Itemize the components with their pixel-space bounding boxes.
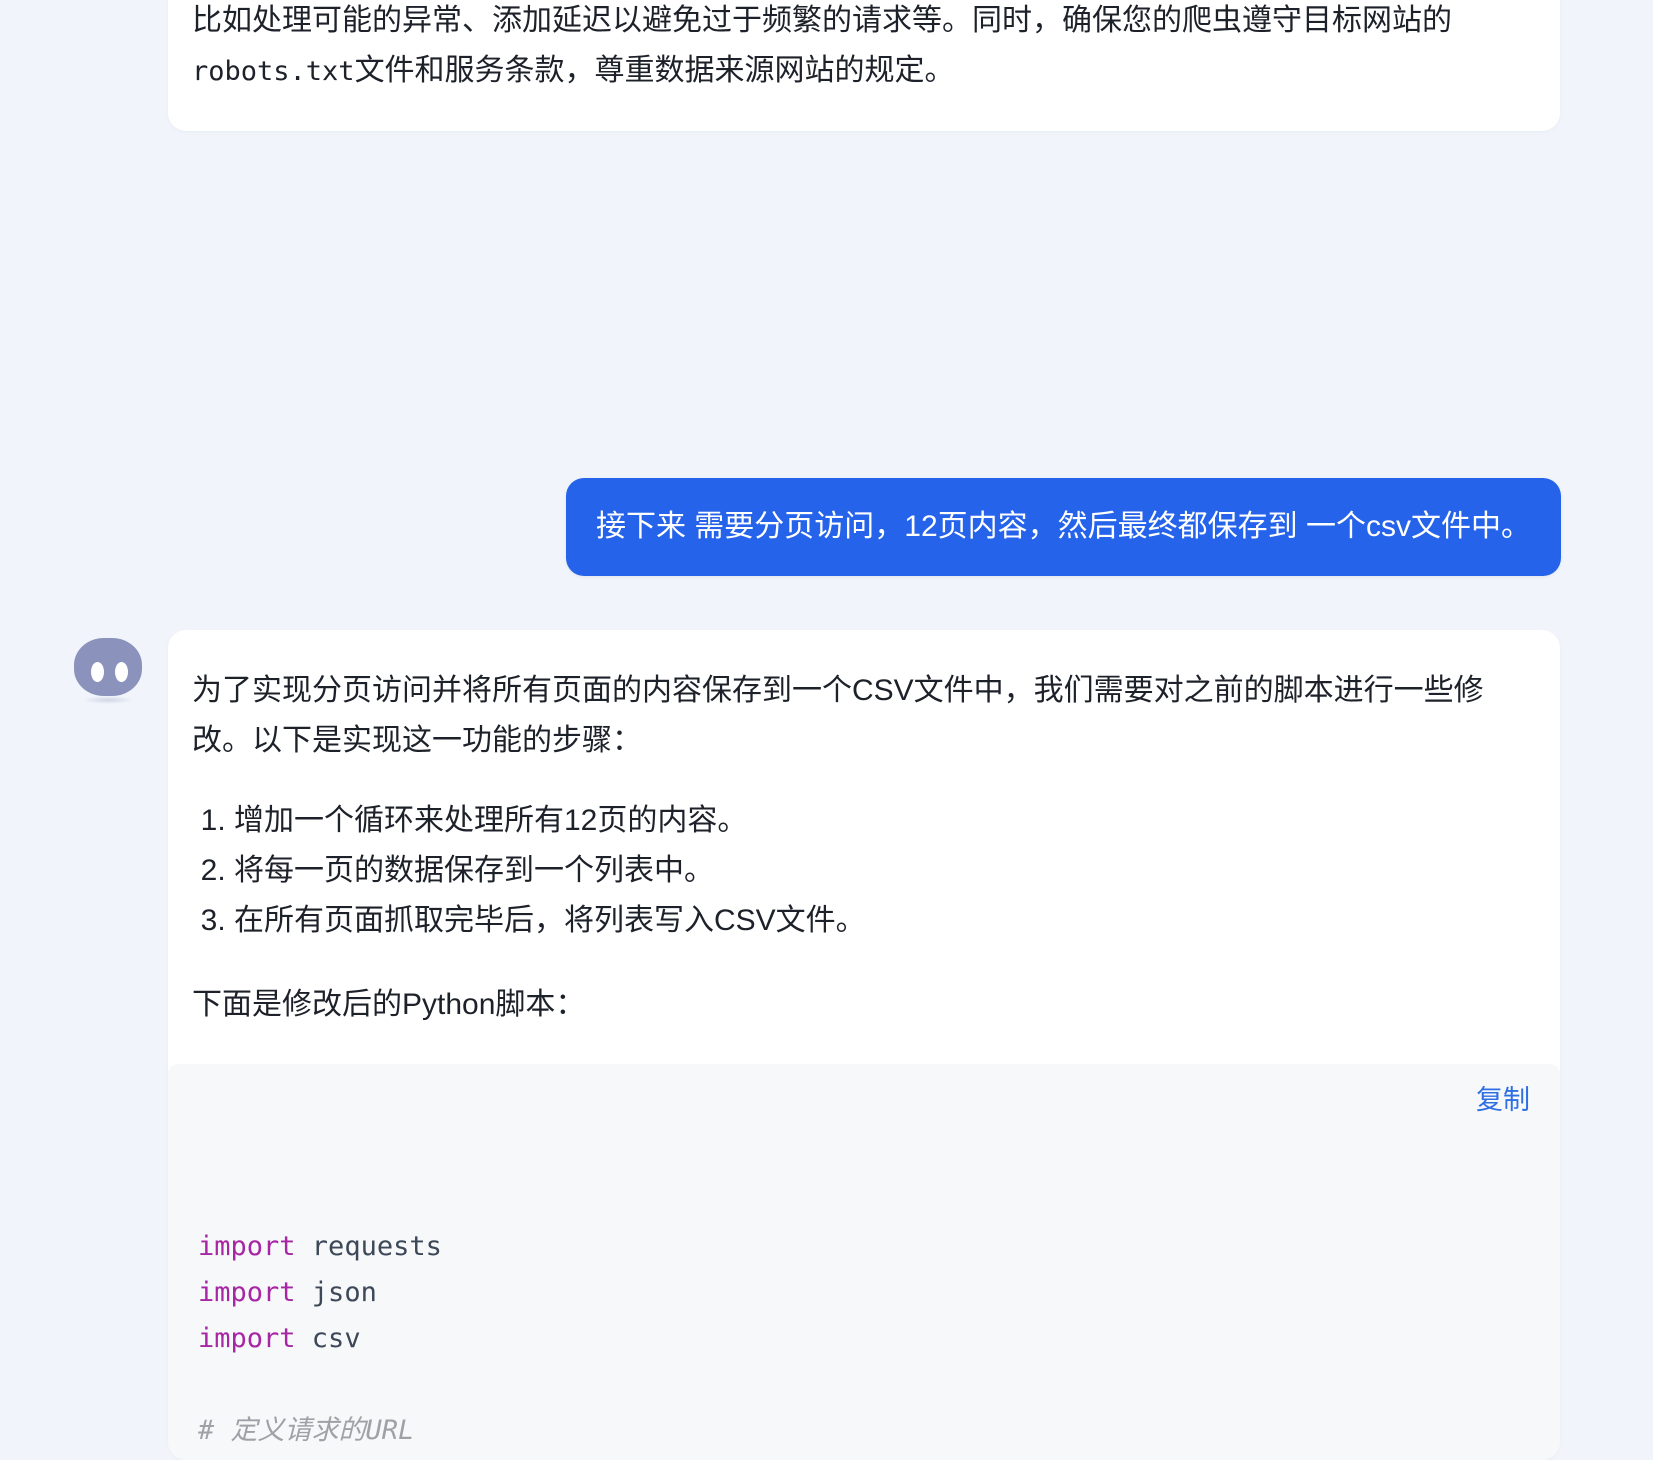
text-run: 此外，由于网络问题，我无法验证上述代码是否能够成功运行。您可能需要根据实际情况调… bbox=[192, 4, 1452, 37]
paragraph-note-network: 此外，由于网络问题，我无法验证上述代码是否能够成功运行。您可能需要根据实际情况调… bbox=[168, 0, 1560, 97]
assistant-step-list: 增加一个循环来处理所有12页的内容。将每一页的数据保存到一个列表中。在所有页面抓… bbox=[168, 796, 1560, 946]
text-run: robots.txt bbox=[192, 56, 355, 87]
user-message-bubble: 接下来 需要分页访问，12页内容，然后最终都保存到 一个csv文件中。 bbox=[565, 478, 1561, 576]
code-token: import bbox=[198, 1277, 296, 1308]
code-token: import bbox=[198, 1323, 296, 1354]
assistant-outro-paragraph: 下面是修改后的Python脚本： bbox=[192, 988, 586, 1021]
code-token: import bbox=[198, 1231, 296, 1262]
assistant-avatar-icon bbox=[74, 638, 142, 704]
assistant-step-item: 增加一个循环来处理所有12页的内容。 bbox=[234, 796, 1536, 846]
code-token: csv bbox=[295, 1323, 361, 1354]
user-message-text: 接下来 需要分页访问，12页内容，然后最终都保存到 一个csv文件中。 bbox=[595, 510, 1531, 543]
code-line: import json bbox=[198, 1270, 1530, 1316]
code-token: json bbox=[295, 1277, 377, 1308]
text-run: 文件和服务条款，尊重数据来源网站的规定。 bbox=[354, 54, 955, 87]
avatar-eye-right bbox=[115, 662, 128, 682]
assistant-intro-paragraph: 为了实现分页访问并将所有页面的内容保存到一个CSV文件中，我们需要对之前的脚本进… bbox=[192, 674, 1484, 757]
chat-conversation: else: print("Failed to retrieve data. St… bbox=[0, 0, 1653, 1460]
code-token: # 定义请求的URL bbox=[198, 1415, 415, 1446]
avatar-eye-left bbox=[91, 662, 104, 682]
code-line: # 定义请求的URL bbox=[198, 1408, 1530, 1454]
assistant-step-item: 在所有页面抓取完毕后，将列表写入CSV文件。 bbox=[234, 896, 1536, 946]
avatar-shadow bbox=[82, 696, 134, 704]
code-line: import requests bbox=[198, 1224, 1530, 1270]
code-line: import csv bbox=[198, 1316, 1530, 1362]
copy-code-button[interactable]: 复制 bbox=[1476, 1082, 1530, 1118]
code-line: url = "https://summer-ospp.ac.cn/api/get… bbox=[198, 1454, 1530, 1460]
assistant-step-item: 将每一页的数据保存到一个列表中。 bbox=[234, 846, 1536, 896]
code-block-updated-script[interactable]: 复制 import requests import json import csv … bbox=[168, 1064, 1560, 1460]
code-block-container: 复制 import requests import json import csv … bbox=[168, 1064, 1560, 1460]
assistant-message-bubble: else: print("Failed to retrieve data. St… bbox=[168, 0, 1560, 131]
avatar-blob bbox=[74, 638, 142, 696]
code-token: requests bbox=[295, 1231, 442, 1262]
assistant-message-bubble-2: 为了实现分页访问并将所有页面的内容保存到一个CSV文件中，我们需要对之前的脚本进… bbox=[168, 630, 1560, 1460]
